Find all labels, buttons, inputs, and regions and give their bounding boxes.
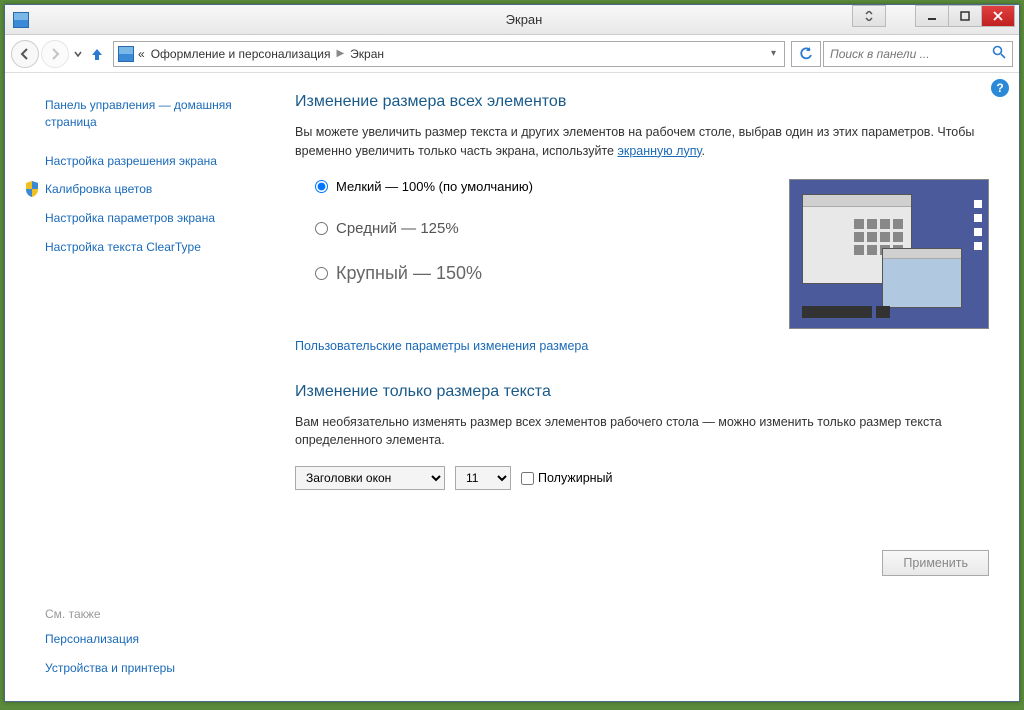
up-button[interactable] bbox=[87, 44, 107, 64]
sidebar-link-display-settings[interactable]: Настройка параметров экрана bbox=[25, 204, 255, 233]
sidebar-link-home[interactable]: Панель управления — домашняя страница bbox=[25, 91, 255, 137]
window-icon bbox=[13, 12, 29, 28]
radio-option-small[interactable]: Мелкий — 100% (по умолчанию) bbox=[315, 179, 789, 194]
minimize-icon bbox=[927, 11, 937, 21]
forward-button[interactable] bbox=[41, 40, 69, 68]
magnifier-link[interactable]: экранную лупу bbox=[618, 144, 702, 158]
size-options-row: Мелкий — 100% (по умолчанию) Средний — 1… bbox=[295, 179, 989, 329]
history-dropdown[interactable] bbox=[71, 44, 85, 64]
arrow-right-icon bbox=[48, 47, 62, 61]
bold-checkbox-label[interactable]: Полужирный bbox=[521, 471, 613, 485]
location-icon bbox=[118, 46, 134, 62]
navigation-bar: « Оформление и персонализация ▶ Экран ▾ bbox=[5, 35, 1019, 73]
custom-sizing-link[interactable]: Пользовательские параметры изменения раз… bbox=[295, 339, 989, 353]
search-box[interactable] bbox=[823, 41, 1013, 67]
sidebar-link-cleartype[interactable]: Настройка текста ClearType bbox=[25, 233, 255, 262]
breadcrumb-back-chevron[interactable]: « bbox=[138, 47, 145, 61]
section2-description: Вам необязательно изменять размер всех э… bbox=[295, 413, 989, 451]
maximize-icon bbox=[960, 11, 970, 21]
titlebar: Экран bbox=[5, 5, 1019, 35]
radio-large-input[interactable] bbox=[315, 267, 328, 280]
radio-option-medium[interactable]: Средний — 125% bbox=[315, 220, 789, 237]
close-icon bbox=[993, 11, 1003, 21]
refresh-button[interactable] bbox=[791, 41, 821, 67]
size-radio-group: Мелкий — 100% (по умолчанию) Средний — 1… bbox=[295, 179, 789, 310]
search-input[interactable] bbox=[830, 47, 992, 61]
element-type-select[interactable]: Заголовки окон bbox=[295, 466, 445, 490]
refresh-icon bbox=[799, 47, 813, 61]
breadcrumb-item-current[interactable]: Экран bbox=[350, 47, 384, 61]
address-bar[interactable]: « Оформление и персонализация ▶ Экран ▾ bbox=[113, 41, 785, 67]
title-buttons bbox=[853, 5, 1015, 27]
back-button[interactable] bbox=[11, 40, 39, 68]
help-button[interactable]: ? bbox=[991, 79, 1009, 97]
radio-small-input[interactable] bbox=[315, 180, 328, 193]
breadcrumb: « Оформление и персонализация ▶ Экран bbox=[138, 47, 384, 61]
close-button[interactable] bbox=[981, 5, 1015, 27]
text-size-controls: Заголовки окон 11 Полужирный bbox=[295, 466, 989, 490]
section-description: Вы можете увеличить размер текста и друг… bbox=[295, 123, 989, 161]
search-icon[interactable] bbox=[992, 45, 1006, 62]
control-panel-window: Экран bbox=[4, 4, 1020, 702]
sidebar-link-devices-printers[interactable]: Устройства и принтеры bbox=[25, 654, 255, 683]
sidebar: Панель управления — домашняя страница На… bbox=[5, 73, 275, 701]
shield-icon bbox=[25, 181, 39, 197]
breadcrumb-item-parent[interactable]: Оформление и персонализация bbox=[151, 47, 331, 61]
maximize-button[interactable] bbox=[948, 5, 982, 27]
apply-button[interactable]: Применить bbox=[882, 550, 989, 576]
see-also-label: См. также bbox=[25, 601, 255, 625]
body-area: ? Панель управления — домашняя страница … bbox=[5, 73, 1019, 701]
section-title-text-only: Изменение только размера текста bbox=[295, 383, 989, 401]
minimize-button[interactable] bbox=[915, 5, 949, 27]
arrow-up-icon bbox=[89, 46, 105, 62]
main-content: Изменение размера всех элементов Вы може… bbox=[275, 73, 1019, 701]
sidebar-link-color-calibration[interactable]: Калибровка цветов bbox=[25, 175, 255, 204]
font-size-select[interactable]: 11 bbox=[455, 466, 511, 490]
sidebar-link-personalization[interactable]: Персонализация bbox=[25, 625, 255, 654]
apply-row: Применить bbox=[295, 550, 989, 576]
chevron-down-icon bbox=[74, 50, 82, 58]
radio-option-large[interactable]: Крупный — 150% bbox=[315, 263, 789, 284]
radio-medium-input[interactable] bbox=[315, 222, 328, 235]
help-dropdown-button[interactable] bbox=[852, 5, 886, 27]
address-dropdown-icon[interactable]: ▾ bbox=[771, 48, 776, 59]
sidebar-link-resolution[interactable]: Настройка разрешения экрана bbox=[25, 147, 255, 176]
updown-icon bbox=[864, 11, 874, 21]
arrow-left-icon bbox=[18, 47, 32, 61]
breadcrumb-separator-icon: ▶ bbox=[336, 48, 344, 59]
preview-image bbox=[789, 179, 989, 329]
bold-checkbox[interactable] bbox=[521, 472, 534, 485]
section-title-resize-all: Изменение размера всех элементов bbox=[295, 93, 989, 111]
